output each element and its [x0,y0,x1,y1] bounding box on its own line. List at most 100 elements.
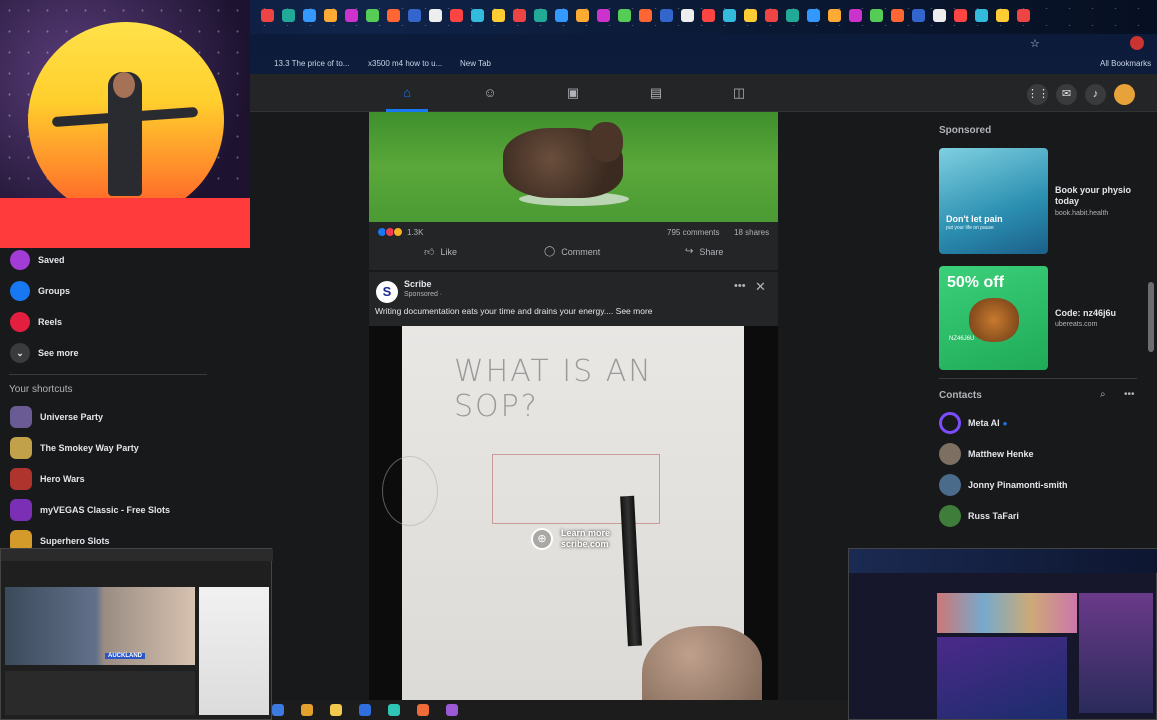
taskbar-app-icon[interactable] [417,704,429,716]
tab-favicon[interactable] [954,9,967,22]
browser-tabs[interactable] [250,0,1050,34]
menu-grid-icon[interactable]: ⋮⋮ [1027,84,1049,105]
taskbar-app-icon[interactable] [301,704,313,716]
messenger-icon[interactable]: ✉ [1056,84,1077,105]
sidebar-item-groups[interactable]: Groups [10,280,70,302]
see-more-link[interactable]: See more [616,306,653,316]
tab-favicon[interactable] [891,9,904,22]
tab-favicon[interactable] [828,9,841,22]
tab-favicon[interactable] [408,9,421,22]
tab-favicon[interactable] [639,9,652,22]
all-bookmarks[interactable]: All Bookmarks [1100,59,1151,68]
taskbar-app-icon[interactable] [272,704,284,716]
contact-item[interactable]: Jonny Pinamonti-smith [939,474,1068,496]
reactions-summary[interactable]: 1.3K [377,227,423,237]
star-icon[interactable]: ☆ [1030,37,1040,50]
tab-favicon[interactable] [1017,9,1030,22]
shortcut-item[interactable]: myVEGAS Classic - Free Slots [10,499,170,521]
tab-favicon[interactable] [723,9,736,22]
tab-favicon[interactable] [744,9,757,22]
taskbar-app-icon[interactable] [446,704,458,716]
more-options-icon[interactable]: ••• [1124,389,1135,400]
tab-favicon[interactable] [555,9,568,22]
tab-favicon[interactable] [261,9,274,22]
tab-favicon[interactable] [618,9,631,22]
share-count[interactable]: 18 shares [734,228,769,237]
tab-favicon[interactable] [660,9,673,22]
sidebar-item-see-more[interactable]: ⌄ See more [10,342,79,364]
tab-favicon[interactable] [765,9,778,22]
tab-favicon[interactable] [324,9,337,22]
sponsored-label[interactable]: Sponsored · [404,291,442,298]
tab-favicon[interactable] [933,9,946,22]
address-bar[interactable]: ☆ [250,34,1157,54]
scrollbar[interactable] [1148,282,1154,352]
comment-button[interactable]: ◯ Comment [544,246,600,257]
tab-favicon[interactable] [786,9,799,22]
bookmark-item[interactable]: New Tab [460,59,491,68]
learn-more-button[interactable]: ⊕ Learn more scribe.com [531,525,641,553]
tab-favicon[interactable] [870,9,883,22]
ad-source[interactable]: ubereats.com [1055,321,1097,328]
contact-item[interactable]: Meta AI ● [939,412,1008,434]
tab-favicon[interactable] [807,9,820,22]
taskbar-icons[interactable] [272,700,502,720]
scribe-logo[interactable]: S [376,281,398,303]
shortcut-item[interactable]: Hero Wars [10,468,85,490]
tab-favicon[interactable] [849,9,862,22]
tab-favicon[interactable] [912,9,925,22]
profile-avatar[interactable] [1130,36,1144,50]
tab-favicon[interactable] [702,9,715,22]
bookmark-icon [10,250,30,270]
marketplace-icon[interactable]: ▤ [648,86,664,100]
tab-favicon[interactable] [303,9,316,22]
video-player[interactable]: WHAT IS AN SOP? ⊕ Learn more scribe.com [369,326,778,720]
ad-source[interactable]: book.habit.health [1055,210,1108,217]
sidebar-item-reels[interactable]: Reels [10,311,62,333]
ad-image-ubereats[interactable]: 50% off NZ46J6U [939,266,1048,370]
tab-favicon[interactable] [996,9,1009,22]
taskbar-app-icon[interactable] [330,704,342,716]
tab-favicon[interactable] [597,9,610,22]
shortcut-item[interactable]: Universe Party [10,406,103,428]
gaming-icon[interactable]: ◫ [731,86,747,100]
tab-favicon[interactable] [429,9,442,22]
tab-favicon[interactable] [492,9,505,22]
tab-favicon[interactable] [471,9,484,22]
shortcut-item[interactable]: The Smokey Way Party [10,437,139,459]
tab-favicon[interactable] [450,9,463,22]
close-icon[interactable]: ✕ [755,279,766,295]
contact-item[interactable]: Russ TaFari [939,505,1019,527]
comment-count[interactable]: 795 comments [667,228,719,237]
tab-favicon[interactable] [513,9,526,22]
watch-icon[interactable]: ▣ [565,86,581,100]
sidebar-item-saved[interactable]: Saved [10,249,65,271]
post-author[interactable]: Scribe [404,279,432,289]
tab-favicon[interactable] [282,9,295,22]
home-icon[interactable]: ⌂ [399,86,415,100]
account-avatar[interactable] [1114,84,1135,105]
contact-item[interactable]: Matthew Henke [939,443,1034,465]
more-options-icon[interactable]: ••• [734,280,746,292]
post-image[interactable] [369,112,778,222]
friends-icon[interactable]: ☺ [482,86,498,100]
like-button[interactable]: 👍︎ Like [424,246,457,258]
bookmark-item[interactable]: x3500 m4 how to u... [368,59,442,68]
shortcut-label: Superhero Slots [40,536,110,546]
bookmark-item[interactable]: 13.3 The price of to... [274,59,349,68]
search-icon[interactable]: ⌕ [1100,389,1106,400]
ad-title[interactable]: Code: nz46j6u [1055,308,1116,319]
taskbar-app-icon[interactable] [359,704,371,716]
tab-favicon[interactable] [387,9,400,22]
ad-title[interactable]: Book your physio today [1055,185,1157,207]
tab-favicon[interactable] [975,9,988,22]
notifications-icon[interactable]: ♪ [1085,84,1106,105]
share-button[interactable]: ↪ Share [685,246,723,257]
taskbar-app-icon[interactable] [388,704,400,716]
ad-image-physio[interactable]: Don't let pain put your life on pause [939,148,1048,254]
tab-favicon[interactable] [534,9,547,22]
tab-favicon[interactable] [681,9,694,22]
tab-favicon[interactable] [576,9,589,22]
tab-favicon[interactable] [345,9,358,22]
tab-favicon[interactable] [366,9,379,22]
